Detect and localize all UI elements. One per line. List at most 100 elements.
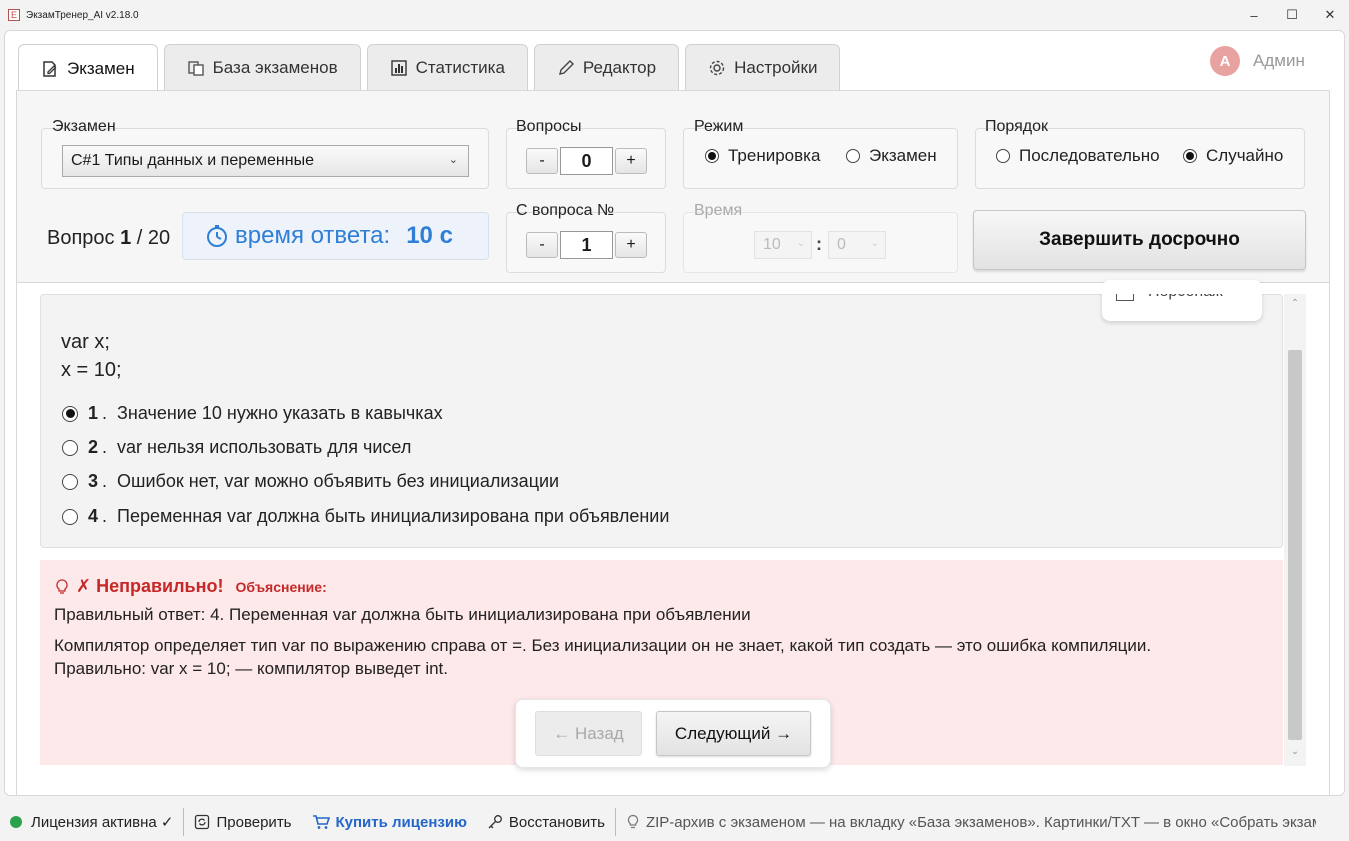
correct-answer-text: Правильный ответ: 4. Переменная var долж… [54, 605, 751, 624]
radio-checked-icon [62, 405, 78, 422]
from-question-label: С вопроса № [516, 202, 615, 219]
answer-option[interactable]: 4. Переменная var должна быть инициализи… [62, 506, 669, 527]
title-bar: E ЭкзамТренер_AI v2.18.0 – ☐ ✕ [0, 0, 1349, 30]
radio-unchecked-icon [62, 508, 78, 525]
option-dot: . [102, 403, 108, 423]
mode-training-label: Тренировка [728, 146, 821, 165]
finish-early-button[interactable]: Завершить досрочно [973, 210, 1306, 270]
from-increment-button[interactable]: + [615, 232, 647, 258]
tab-editor[interactable]: Редактор [533, 44, 680, 90]
answer-option[interactable]: 1. Значение 10 нужно указать в кавычках [62, 403, 443, 424]
order-label: Порядок [985, 118, 1049, 135]
from-question-input[interactable]: 1 [560, 231, 613, 259]
option-text: Переменная var должна быть инициализиров… [117, 506, 670, 526]
timer-label: время ответа: [235, 222, 391, 249]
option-dot: . [102, 506, 108, 526]
stopwatch-icon [205, 224, 229, 248]
cart-icon [312, 814, 330, 830]
order-random-radio[interactable]: Случайно [1183, 146, 1283, 166]
minimize-button[interactable]: – [1235, 0, 1273, 30]
mode-training-radio[interactable]: Тренировка [705, 146, 820, 166]
restore-label: Восстановить [508, 813, 605, 831]
from-decrement-button[interactable]: - [526, 232, 558, 258]
scroll-up-icon[interactable]: ⌃ [1288, 298, 1302, 312]
pencil-icon [557, 59, 575, 77]
code-line-1: var x; [61, 331, 110, 353]
tab-statistics[interactable]: Статистика [366, 44, 528, 90]
tab-settings-label: Настройки [734, 57, 818, 77]
tab-exam-label: Экзамен [67, 58, 135, 78]
tab-statistics-label: Статистика [415, 57, 505, 77]
chevron-down-icon: ⌄ [870, 238, 879, 249]
scrollbar-thumb[interactable] [1288, 350, 1302, 740]
exam-select[interactable]: C#1 Типы данных и переменные ⌄ [62, 145, 469, 177]
option-dot: . [102, 437, 108, 457]
answer-timer: время ответа: 10 с [182, 212, 489, 260]
tab-editor-label: Редактор [582, 57, 657, 77]
chevron-down-icon: ⌄ [796, 238, 805, 249]
vertical-scrollbar[interactable]: ⌃ ⌄ [1284, 294, 1306, 766]
scroll-clip [16, 283, 1330, 294]
answer-option[interactable]: 3. Ошибок нет, var можно объявить без ин… [62, 471, 559, 492]
option-number: 3 [88, 471, 99, 491]
tab-bar: Экзамен База экзаменов Статистика Редакт… [18, 44, 841, 92]
scroll-down-icon[interactable]: ⌄ [1288, 746, 1302, 760]
questions-decrement-button[interactable]: - [526, 148, 558, 174]
radio-unchecked-icon [62, 439, 78, 456]
prev-button[interactable]: ← Назад [535, 711, 642, 756]
time-seconds-select[interactable]: 0 ⌄ [828, 231, 886, 259]
key-icon [487, 814, 503, 830]
license-status: Лицензия активна ✓ [0, 807, 183, 837]
order-sequential-radio[interactable]: Последовательно [996, 146, 1160, 166]
question-total: 20 [147, 227, 171, 249]
option-dot: . [102, 471, 108, 491]
tab-exam[interactable]: Экзамен [18, 44, 158, 92]
mode-exam-radio[interactable]: Экзамен [846, 146, 937, 166]
close-button[interactable]: ✕ [1311, 0, 1349, 30]
user-name: Админ [1253, 51, 1305, 70]
window-title: ЭкзамТренер_AI v2.18.0 [26, 9, 139, 21]
question-counter-prefix: Вопрос [47, 227, 115, 249]
radio-checked-icon [705, 149, 719, 163]
exam-select-value: C#1 Типы данных и переменные [71, 152, 314, 169]
chevron-down-icon: ⌄ [448, 154, 458, 166]
license-status-text: Лицензия активна ✓ [31, 814, 174, 831]
status-bar: Лицензия активна ✓ Проверить Купить лице… [0, 803, 1349, 841]
refresh-icon [194, 814, 210, 830]
tab-exam-base[interactable]: База экзаменов [163, 44, 361, 90]
tab-exam-base-label: База экзаменов [212, 57, 338, 77]
time-minutes-select[interactable]: 10 ⌄ [754, 231, 812, 259]
check-license-button[interactable]: Проверить [184, 807, 301, 837]
option-number: 4 [88, 506, 99, 526]
answer-option[interactable]: 2. var нельзя использовать для чисел [62, 437, 411, 458]
feedback-header: ✗ Неправильно! Объяснение: [54, 576, 327, 597]
time-label: Время [694, 202, 743, 219]
radio-unchecked-icon [62, 473, 78, 490]
maximize-button[interactable]: ☐ [1273, 0, 1311, 30]
hint-label: ZIP-архив с экзаменом — на вкладку «База… [645, 813, 1316, 831]
question-current: 1 [120, 227, 132, 249]
option-number: 1 [88, 403, 99, 423]
avatar: А [1210, 46, 1240, 76]
from-question-stepper: - 1 + [526, 231, 647, 259]
code-line-2: x = 10; [61, 359, 122, 381]
time-seconds-value: 0 [837, 236, 846, 253]
exam-label: Экзамен [52, 118, 116, 135]
questions-input[interactable]: 0 [560, 147, 613, 175]
check-label: Проверить [216, 813, 292, 831]
next-button[interactable]: Следующий → [656, 711, 811, 756]
tab-settings[interactable]: Настройки [685, 44, 841, 90]
time-minutes-value: 10 [763, 236, 781, 253]
option-text: var нельзя использовать для чисел [117, 437, 412, 457]
user-menu[interactable]: А Админ [1210, 46, 1305, 76]
questions-increment-button[interactable]: + [615, 148, 647, 174]
option-number: 2 [88, 437, 99, 457]
restore-license-button[interactable]: Восстановить [477, 807, 615, 837]
explanation-label: Объяснение: [235, 578, 327, 595]
buy-license-button[interactable]: Купить лицензию [302, 807, 477, 837]
question-counter-slash: / [136, 227, 143, 249]
question-counter: Вопрос 1 / 20 [47, 227, 170, 250]
lightbulb-icon [54, 578, 70, 596]
radio-unchecked-icon [846, 149, 860, 163]
app-icon: E [8, 9, 20, 21]
